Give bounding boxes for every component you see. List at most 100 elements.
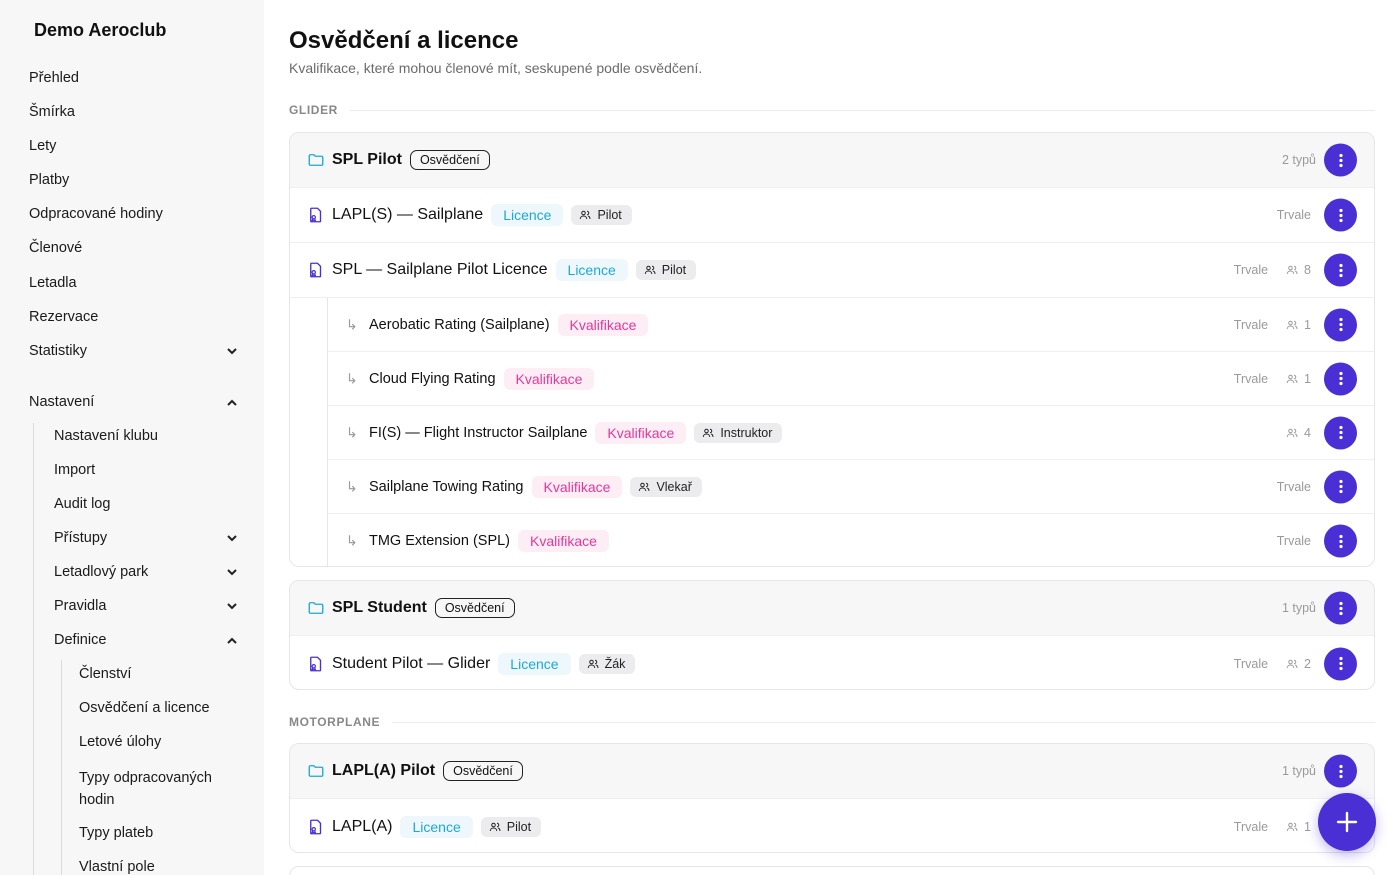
licence-name: LAPL(A): [332, 817, 393, 835]
qualification-row[interactable]: ↳ TMG Extension (SPL) Kvalifikace Trvale: [328, 514, 1374, 566]
chevron-down-icon: [225, 565, 239, 579]
sidebar-item-letove-ulohy[interactable]: Letové úlohy: [79, 725, 239, 759]
sidebar-item-definice[interactable]: Definice: [54, 623, 239, 657]
kebab-icon[interactable]: [1324, 524, 1357, 558]
qualification-row[interactable]: ↳ Sailplane Towing Rating Kvalifikace Vl…: [328, 460, 1374, 514]
sidebar-item-vlastni-pole[interactable]: Vlastní pole: [79, 850, 239, 875]
qualification-name: TMG Extension (SPL): [369, 533, 511, 549]
qualification-badge: Kvalifikace: [518, 530, 609, 552]
type-badge: Osvědčení: [434, 598, 515, 618]
licence-row[interactable]: SPL — Sailplane Pilot Licence Licence Pi…: [290, 243, 1374, 298]
sidebar-item-typy-plateb[interactable]: Typy plateb: [79, 816, 239, 850]
sidebar-item-pristupy[interactable]: Přístupy: [54, 521, 239, 555]
chevron-down-icon: [225, 531, 239, 545]
divider: [349, 109, 1375, 111]
group-row[interactable]: SPL Pilot Osvědčení 2 typů: [290, 133, 1374, 188]
licence-name: SPL — Sailplane Pilot Licence: [332, 261, 548, 278]
sidebar-item-statistiky[interactable]: Statistiky: [29, 334, 239, 368]
row-meta: Trvale 1: [1233, 371, 1311, 386]
validity: Trvale: [1276, 208, 1311, 222]
licence-row[interactable]: LAPL(S) — Sailplane Licence Pilot Trvale: [290, 188, 1374, 243]
sidebar-item-pravidla[interactable]: Pravidla: [54, 589, 239, 623]
sidebar: Demo Aeroclub Přehled Šmírka Lety Platby…: [0, 0, 264, 875]
qualification-badge: Kvalifikace: [531, 475, 623, 498]
kebab-icon[interactable]: [1324, 647, 1357, 680]
users-icon: [489, 822, 501, 831]
licence-row[interactable]: LAPL(A) Licence Pilot Trvale 1: [290, 799, 1374, 852]
sidebar-item-nastaveni[interactable]: Nastavení: [29, 385, 239, 419]
group-name: LAPL(A) Pilot: [332, 762, 436, 779]
child-arrow-icon: ↳: [346, 532, 358, 549]
licence-badge: Licence: [555, 259, 628, 281]
group-card: SPL Pilot Osvědčení 2 typů LAPL(S) — Sai…: [289, 132, 1375, 567]
sidebar-item-typy-odpracovanych-hodin[interactable]: Typy odpracovaných hodin: [79, 759, 239, 815]
sidebar-item-letadla[interactable]: Letadla: [29, 266, 239, 300]
sidebar-item-audit-log[interactable]: Audit log: [54, 487, 239, 521]
kebab-icon[interactable]: [1324, 362, 1357, 395]
qualification-badge: Kvalifikace: [503, 367, 595, 390]
folder-icon: [307, 151, 325, 169]
role-badge: Pilot: [635, 260, 697, 280]
sidebar-item-letadlovy-park[interactable]: Letadlový park: [54, 555, 239, 589]
sidebar-item-odpracovane-hodiny[interactable]: Odpracované hodiny: [29, 197, 239, 231]
kebab-icon[interactable]: [1324, 416, 1357, 449]
folder-icon: [307, 599, 325, 617]
sidebar-item-smirka[interactable]: Šmírka: [29, 95, 239, 129]
type-badge: Osvědčení: [409, 150, 490, 170]
child-arrow-icon: ↳: [346, 316, 358, 332]
child-arrow-icon: ↳: [346, 478, 358, 494]
qualification-row[interactable]: ↳ Aerobatic Rating (Sailplane) Kvalifika…: [328, 298, 1374, 352]
users-icon: [587, 659, 599, 668]
child-arrow-icon: ↳: [346, 424, 358, 440]
child-arrow-icon: ↳: [346, 370, 358, 386]
qualification-row[interactable]: ↳ Cloud Flying Rating Kvalifikace Trvale…: [328, 352, 1374, 406]
sidebar-item-clenstvi[interactable]: Členství: [79, 657, 239, 691]
page-subtitle: Kvalifikace, které mohou členové mít, se…: [289, 60, 703, 76]
group-card: [289, 866, 1375, 875]
section-header: GLIDER: [289, 103, 1375, 117]
licence-badge: Licence: [498, 652, 571, 675]
divider: [392, 721, 1375, 723]
qualification-row[interactable]: ↳ FI(S) — Flight Instructor Sailplane Kv…: [328, 406, 1374, 460]
qualification-name: Cloud Flying Rating: [369, 370, 496, 387]
kebab-icon[interactable]: [1324, 591, 1357, 625]
sidebar-item-platby[interactable]: Platby: [29, 163, 239, 197]
kebab-icon[interactable]: [1324, 308, 1357, 341]
group-row[interactable]: SPL Student Osvědčení 1 typů: [290, 581, 1374, 636]
main-content: Osvědčení a licence Kvalifikace, které m…: [264, 0, 1400, 875]
kebab-icon[interactable]: [1324, 253, 1357, 287]
qualification-badge: Kvalifikace: [557, 313, 649, 336]
role-badge: Instruktor: [694, 422, 783, 443]
type-badge: Osvědčení: [443, 761, 523, 781]
sidebar-item-lety[interactable]: Lety: [29, 129, 239, 163]
app-title: Demo Aeroclub: [34, 20, 167, 40]
type-count: 1 typů: [1281, 601, 1316, 615]
chevron-up-icon: [225, 395, 239, 409]
kebab-icon[interactable]: [1324, 754, 1357, 788]
license-icon: [307, 818, 325, 836]
sidebar-item-rezervace[interactable]: Rezervace: [29, 300, 239, 334]
sidebar-item-import[interactable]: Import: [54, 453, 239, 487]
licence-badge: Licence: [491, 204, 564, 226]
section-header: MOTORPLANE: [289, 715, 1375, 729]
qualification-name: Sailplane Towing Rating: [369, 478, 524, 495]
licence-row[interactable]: Student Pilot — Glider Licence Žák Trval…: [290, 636, 1374, 689]
sidebar-item-clenove[interactable]: Členové: [29, 231, 239, 265]
users-icon: [1286, 265, 1298, 275]
sidebar-item-osvedceni-a-licence[interactable]: Osvědčení a licence: [79, 691, 239, 725]
add-button[interactable]: [1318, 793, 1376, 851]
sidebar-item-nastaveni-klubu[interactable]: Nastavení klubu: [54, 419, 239, 453]
licence-badge: Licence: [400, 815, 473, 838]
users-icon: [639, 482, 650, 491]
kebab-icon[interactable]: [1324, 198, 1357, 232]
kebab-icon[interactable]: [1324, 470, 1357, 503]
kebab-icon[interactable]: [1324, 143, 1357, 177]
type-count: 1 typů: [1281, 764, 1316, 778]
users-icon: [1286, 374, 1298, 383]
page-title: Osvědčení a licence: [289, 27, 519, 54]
group-row[interactable]: LAPL(A) Pilot Osvědčení 1 typů: [290, 744, 1374, 799]
row-meta: Trvale 2: [1233, 656, 1311, 671]
group-name: SPL Pilot: [332, 151, 402, 168]
users-icon: [1286, 659, 1298, 668]
sidebar-item-prehled[interactable]: Přehled: [29, 61, 239, 95]
